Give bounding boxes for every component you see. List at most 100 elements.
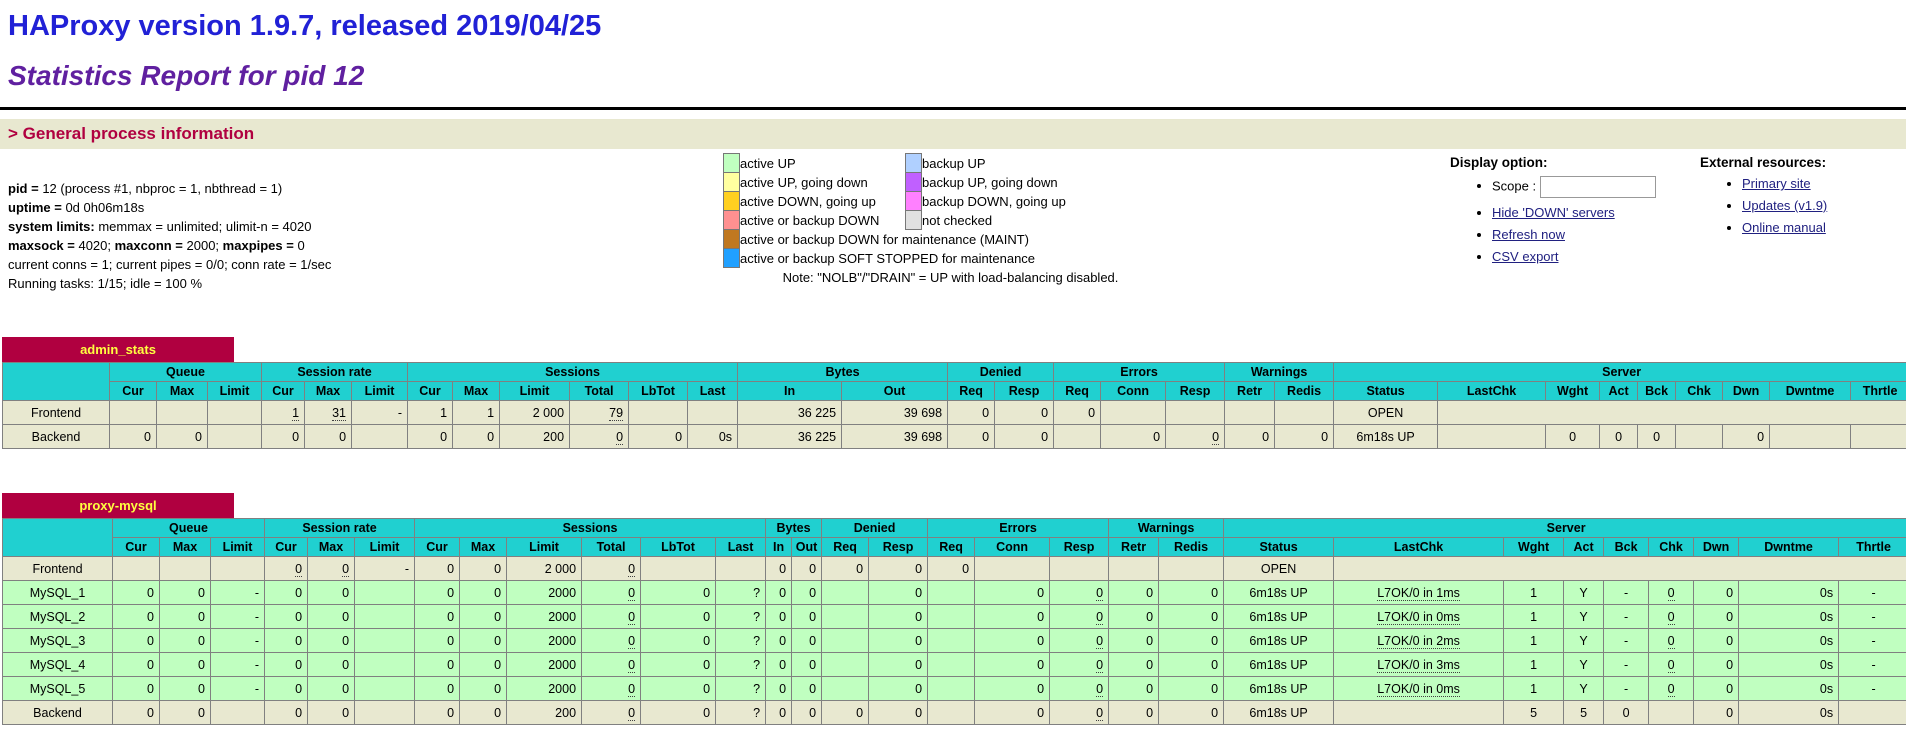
stat-cell: 0 [265, 677, 308, 701]
stat-cell: 2000 [507, 653, 582, 677]
stat-cell: 0 [1159, 701, 1224, 725]
stat-cell [1109, 557, 1159, 581]
column-header: Resp [1166, 382, 1225, 401]
stat-cell: - [211, 605, 265, 629]
table-row-backend: Backend00000020000?000000006m18s UP55000… [3, 701, 1906, 725]
header-info-row: pid = 12 (process #1, nbproc = 1, nbthre… [0, 149, 1906, 293]
table-row-frontend: Frontend00-002 000000000OPEN [3, 557, 1906, 581]
scope-input[interactable] [1540, 176, 1656, 198]
process-info-value: 0 [297, 238, 304, 253]
legend-row: active UP, going downbackup UP, going do… [724, 173, 1066, 192]
stat-cell: 0 [975, 629, 1050, 653]
stat-cell: - [1839, 653, 1906, 677]
stat-cell: 0 [792, 653, 822, 677]
stat-cell: 0 [1159, 581, 1224, 605]
stat-cell: 0 [308, 701, 355, 725]
page-title: HAProxy version 1.9.7, released 2019/04/… [8, 10, 1906, 43]
stat-cell: 0 [869, 653, 928, 677]
process-info-line: Running tasks: 1/15; idle = 100 % [8, 274, 723, 293]
stat-cell: 0 [1109, 653, 1159, 677]
process-info-line: system limits: memmax = unlimited; ulimi… [8, 217, 723, 236]
proxy-title-proxy-mysql[interactable]: proxy-mysql [2, 493, 234, 518]
stat-cell [355, 605, 415, 629]
stat-cell: 0 [1275, 425, 1334, 449]
stat-cell: 0 [460, 677, 507, 701]
external-resource-item: Primary site [1742, 176, 1906, 191]
stat-cell: 200 [500, 425, 570, 449]
stat-cell [1101, 401, 1166, 425]
stat-cell: 36 225 [738, 425, 842, 449]
stat-cell: 0 [415, 605, 460, 629]
stat-cell: 0 [1159, 677, 1224, 701]
stat-cell: ? [716, 677, 766, 701]
row-name: MySQL_1 [3, 581, 113, 605]
display-option-link[interactable]: Hide 'DOWN' servers [1492, 205, 1615, 220]
stat-cell [928, 629, 975, 653]
stat-cell: 0 [766, 677, 792, 701]
legend-label: backup DOWN, going up [922, 192, 1066, 211]
stat-cell: 0 [160, 629, 211, 653]
stat-cell: 0 [1694, 653, 1739, 677]
stat-cell: 0 [265, 605, 308, 629]
column-header: Cur [415, 538, 460, 557]
column-header: Cur [265, 538, 308, 557]
table-row-mysql_4: MySQL_400-0000200000?00000006m18s UPL7OK… [3, 653, 1906, 677]
stat-cell: - [1839, 677, 1906, 701]
stat-cell [1438, 401, 1906, 425]
stat-cell: ? [716, 653, 766, 677]
stat-cell: 0 [1225, 425, 1275, 449]
legend-swatch [906, 211, 922, 230]
external-resource-link[interactable]: Updates (v1.9) [1742, 198, 1827, 213]
tooltip-value: 79 [609, 406, 623, 421]
stat-cell [1649, 701, 1694, 725]
stat-cell: 0 [160, 581, 211, 605]
column-header: LbTot [641, 538, 716, 557]
table-row-mysql_5: MySQL_500-0000200000?00000006m18s UPL7OK… [3, 677, 1906, 701]
stat-cell: 0s [1739, 581, 1839, 605]
stat-cell: 0 [1050, 701, 1109, 725]
stat-cell: - [1604, 629, 1649, 653]
stat-cell: 0 [1109, 629, 1159, 653]
stat-cell: 31 [305, 401, 352, 425]
tooltip-value: 0 [628, 634, 635, 649]
stat-cell: 0 [1649, 581, 1694, 605]
stat-cell: 0 [1159, 629, 1224, 653]
stat-cell: 0 [1694, 701, 1739, 725]
external-resource-link[interactable]: Online manual [1742, 220, 1826, 235]
tooltip-value: 0 [1668, 658, 1675, 673]
stat-cell: 0 [460, 581, 507, 605]
haproxy-version-link[interactable]: HAProxy version 1.9.7, released 2019/04/… [8, 10, 601, 42]
legend-label: active or backup DOWN [740, 211, 906, 230]
stat-cell: 0 [792, 629, 822, 653]
legend-swatch [906, 192, 922, 211]
stat-cell: 6m18s UP [1334, 425, 1438, 449]
tooltip-value: 0 [616, 430, 623, 445]
column-group-header: Errors [1054, 363, 1225, 382]
stat-cell: 0 [995, 425, 1054, 449]
column-header: Out [842, 382, 948, 401]
external-resources-block: External resources: Primary siteUpdates … [1700, 155, 1906, 242]
stat-cell: 0s [1739, 605, 1839, 629]
tooltip-value: 0 [628, 658, 635, 673]
stat-cell: 0 [582, 701, 641, 725]
column-header: Act [1564, 538, 1604, 557]
column-header: Limit [352, 382, 408, 401]
column-header: Bck [1638, 382, 1676, 401]
process-info-label: maxsock = [8, 238, 78, 253]
display-option-link[interactable]: Refresh now [1492, 227, 1565, 242]
stat-cell [928, 605, 975, 629]
process-info-label: uptime = [8, 200, 65, 215]
display-option-link[interactable]: CSV export [1492, 249, 1558, 264]
tooltip-value: 0 [1668, 682, 1675, 697]
display-option-item: Hide 'DOWN' servers [1492, 205, 1700, 220]
stat-cell: 6m18s UP [1224, 629, 1334, 653]
proxy-title-admin_stats[interactable]: admin_stats [2, 337, 234, 362]
column-header: Limit [507, 538, 582, 557]
column-header: Chk [1649, 538, 1694, 557]
column-header: Cur [113, 538, 160, 557]
scope-option: Scope : [1492, 176, 1700, 198]
column-group-header: Bytes [738, 363, 948, 382]
stat-cell [975, 557, 1050, 581]
external-resource-link[interactable]: Primary site [1742, 176, 1811, 191]
legend-label: active or backup DOWN for maintenance (M… [740, 230, 1066, 249]
